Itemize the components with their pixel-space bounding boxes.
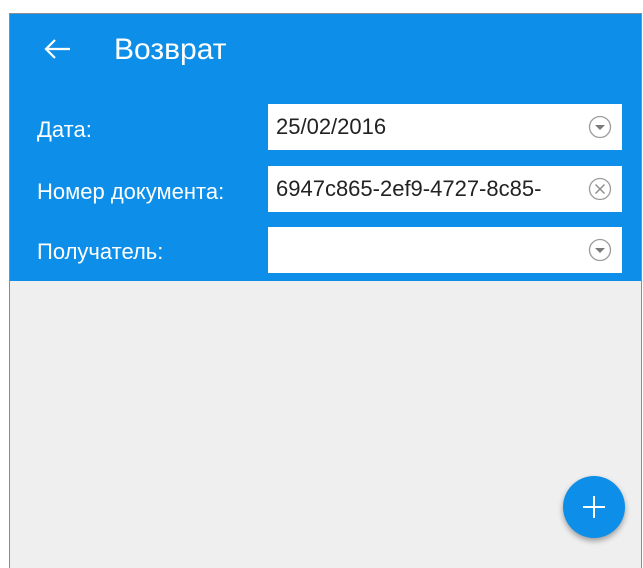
recipient-field[interactable] — [268, 227, 622, 273]
document-number-label: Номер документа: — [37, 179, 225, 204]
add-button[interactable] — [563, 476, 625, 538]
date-field[interactable]: 25/02/2016 — [268, 104, 622, 150]
recipient-value — [276, 227, 576, 273]
arrow-left-icon[interactable] — [40, 32, 74, 66]
dropdown-circle-icon[interactable] — [588, 238, 612, 262]
app-window: Возврат Дата: 25/02/2016 Номер документа… — [9, 13, 642, 568]
date-value: 25/02/2016 — [276, 114, 387, 139]
app-header: Возврат Дата: 25/02/2016 Номер документа… — [10, 14, 641, 281]
content-area — [10, 281, 641, 568]
clear-circle-icon[interactable] — [588, 177, 612, 201]
date-label: Дата: — [37, 117, 92, 142]
dropdown-circle-icon[interactable] — [588, 115, 612, 139]
document-number-value: 6947c865-2ef9-4727-8c85- — [276, 176, 542, 201]
page-title: Возврат — [114, 33, 227, 66]
recipient-label: Получатель: — [37, 239, 164, 264]
document-number-field[interactable]: 6947c865-2ef9-4727-8c85- — [268, 166, 622, 212]
